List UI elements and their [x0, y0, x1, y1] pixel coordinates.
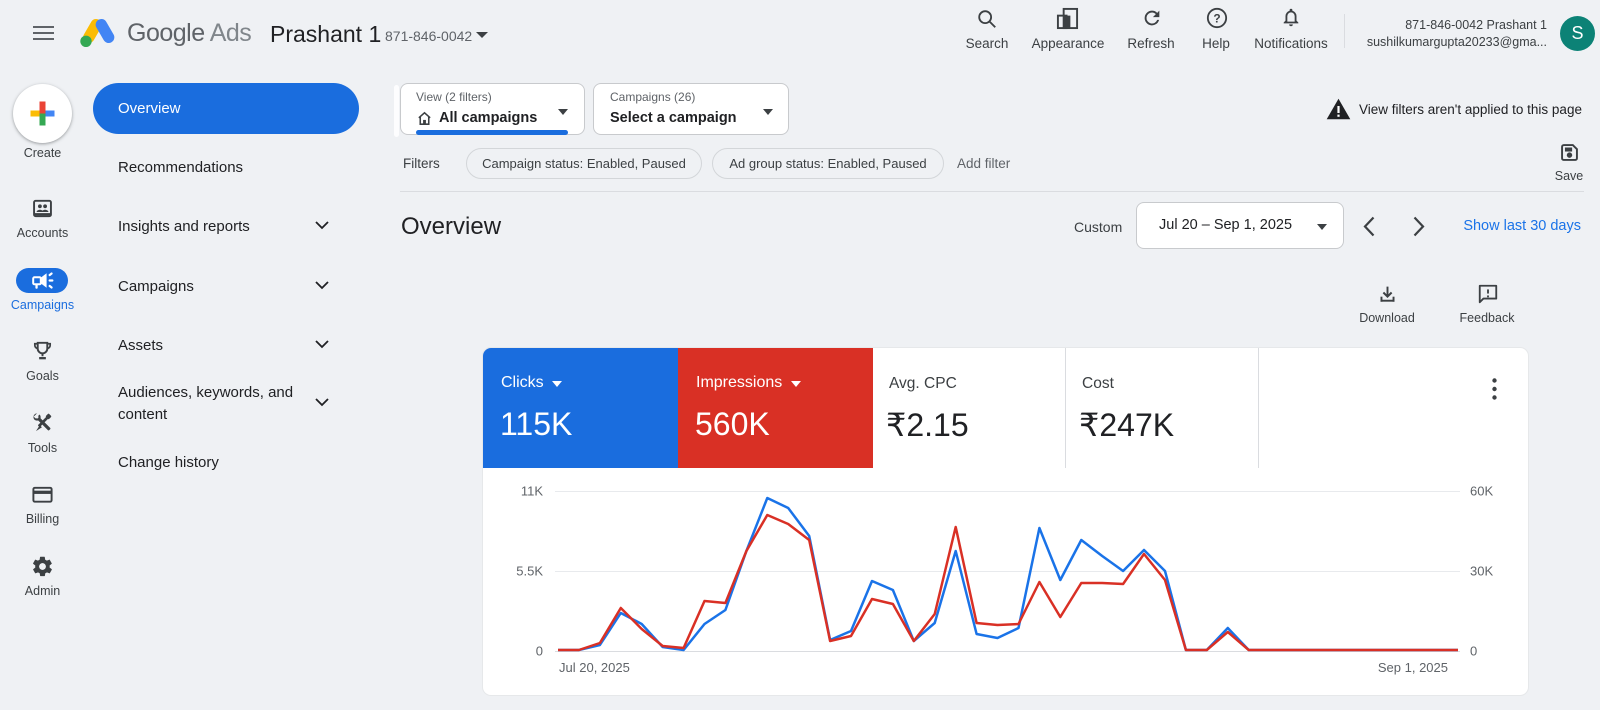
svg-text:0: 0 [536, 644, 543, 659]
svg-text:11K: 11K [521, 484, 543, 499]
svg-text:0: 0 [1470, 644, 1477, 659]
svg-text:?: ? [1213, 12, 1220, 26]
svg-text:60K: 60K [1470, 484, 1493, 499]
svg-text:5.5K: 5.5K [516, 564, 543, 579]
svg-text:Jul 20, 2025: Jul 20, 2025 [559, 660, 630, 675]
svg-text:30K: 30K [1470, 564, 1493, 579]
svg-text:Sep 1, 2025: Sep 1, 2025 [1378, 660, 1448, 675]
